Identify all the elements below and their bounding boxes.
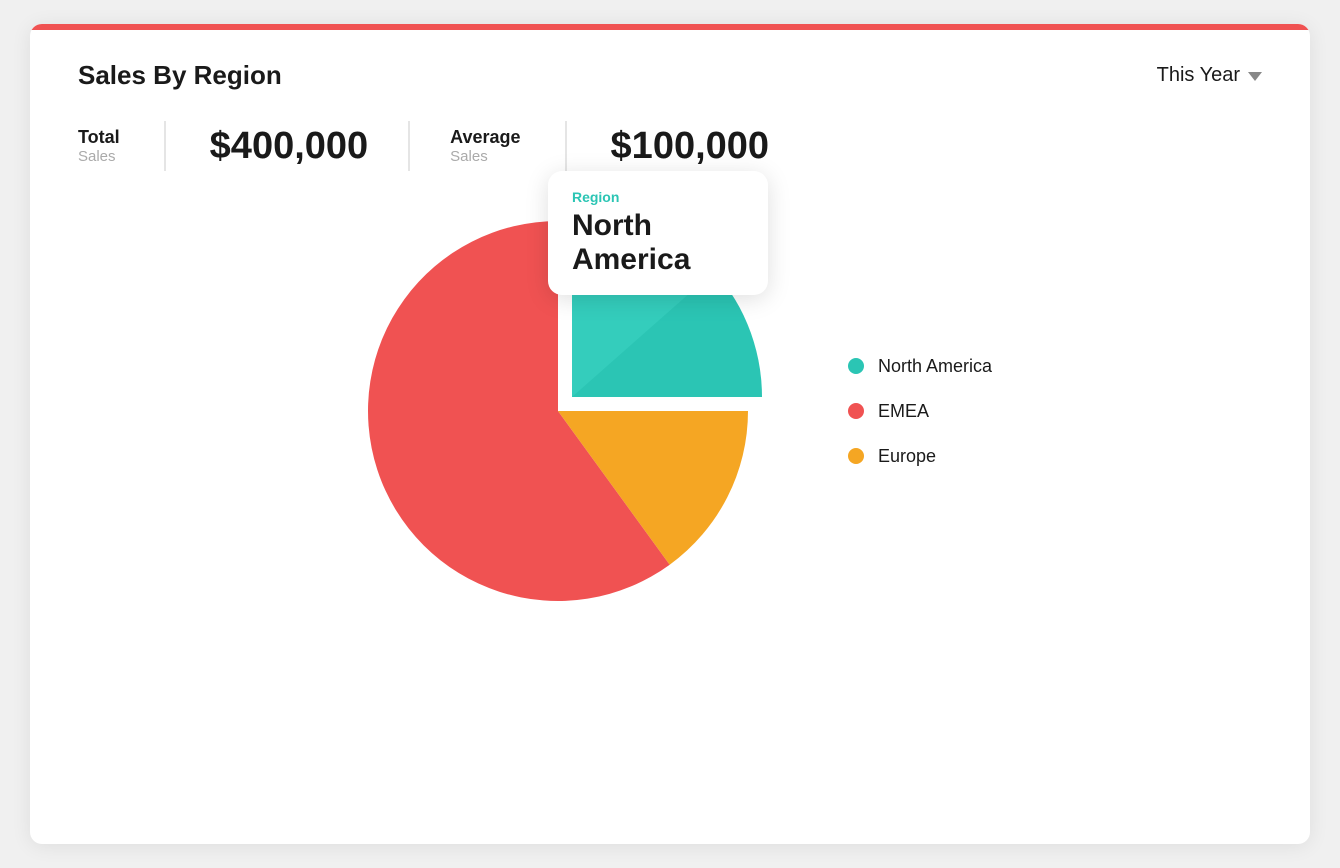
legend-dot-emea bbox=[848, 403, 864, 419]
average-stat: Average Sales $100,000 bbox=[450, 121, 769, 171]
legend-label-emea: EMEA bbox=[878, 401, 929, 422]
chart-area: Region North America North America EMEA … bbox=[30, 201, 1310, 621]
legend: North America EMEA Europe bbox=[848, 356, 992, 467]
legend-item-north-america: North America bbox=[848, 356, 992, 377]
tooltip-region-label: Region bbox=[572, 189, 740, 205]
total-sublabel: Sales bbox=[78, 148, 120, 165]
legend-dot-europe bbox=[848, 448, 864, 464]
total-divider bbox=[164, 121, 166, 171]
average-sublabel: Sales bbox=[450, 148, 520, 165]
chevron-down-icon bbox=[1248, 72, 1262, 81]
legend-dot-north-america bbox=[848, 358, 864, 374]
card: Sales By Region This Year Total Sales $4… bbox=[30, 24, 1310, 844]
tooltip-region-value: North America bbox=[572, 209, 740, 277]
total-stat: Total Sales $400,000 bbox=[78, 121, 368, 171]
legend-item-europe: Europe bbox=[848, 446, 992, 467]
stat-separator bbox=[408, 121, 410, 171]
legend-item-emea: EMEA bbox=[848, 401, 992, 422]
average-value: $100,000 bbox=[611, 125, 770, 168]
total-value: $400,000 bbox=[210, 125, 369, 168]
legend-label-north-america: North America bbox=[878, 356, 992, 377]
header: Sales By Region This Year bbox=[30, 24, 1310, 111]
page-title: Sales By Region bbox=[78, 60, 282, 91]
tooltip: Region North America bbox=[548, 171, 768, 295]
year-selector[interactable]: This Year bbox=[1157, 64, 1262, 87]
year-selector-label: This Year bbox=[1157, 64, 1240, 87]
top-bar bbox=[30, 24, 1310, 30]
legend-label-europe: Europe bbox=[878, 446, 936, 467]
average-labels: Average Sales bbox=[450, 127, 520, 165]
pie-chart: Region North America bbox=[348, 201, 768, 621]
total-labels: Total Sales bbox=[78, 127, 120, 165]
total-label: Total bbox=[78, 127, 120, 148]
average-label: Average bbox=[450, 127, 520, 148]
average-divider bbox=[565, 121, 567, 171]
